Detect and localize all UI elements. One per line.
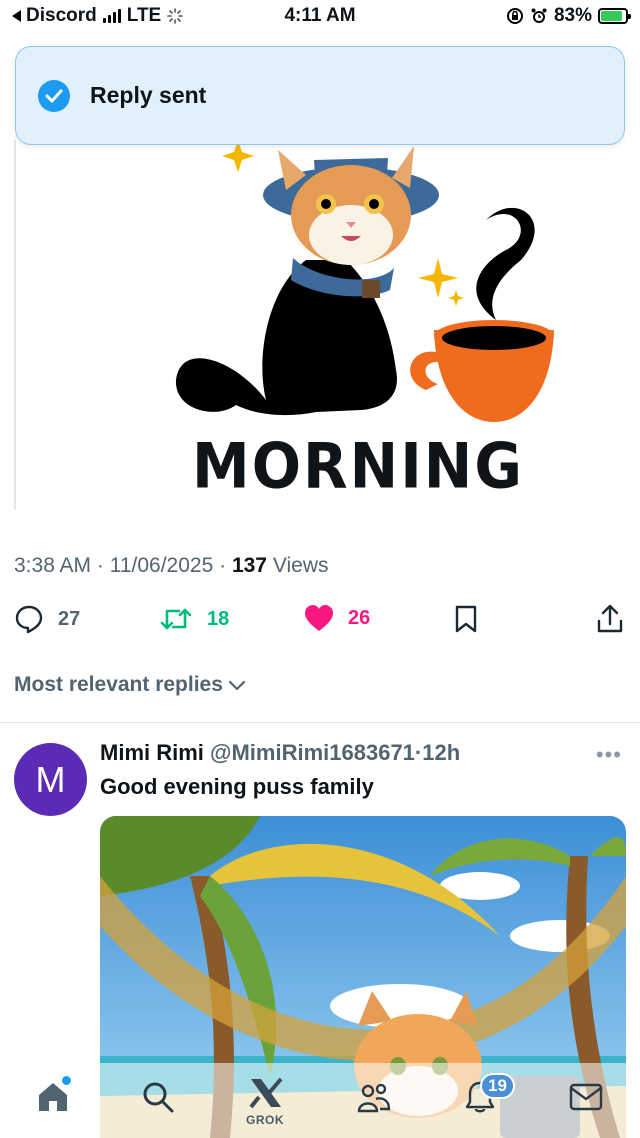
reply-button[interactable]: 27 [14, 604, 80, 634]
home-badge-dot [61, 1075, 72, 1086]
nav-communities[interactable] [354, 1077, 394, 1117]
meta-separator: · [96, 554, 110, 577]
divider [0, 722, 640, 723]
avatar-letter: M [35, 758, 66, 800]
nav-home[interactable] [33, 1075, 73, 1117]
repost-button[interactable]: 18 [159, 604, 229, 634]
reply-count: 27 [58, 607, 81, 630]
chevron-down-icon [228, 680, 246, 691]
reply-icon [15, 605, 43, 634]
share-button[interactable] [596, 604, 624, 634]
heart-filled-icon [305, 605, 333, 631]
grok-label: GROK [246, 1113, 284, 1127]
alarm-icon [531, 8, 547, 23]
grok-icon [249, 1077, 283, 1109]
battery-icon [598, 8, 631, 24]
post-date[interactable]: 11/06/2025 [110, 554, 214, 577]
status-bar-right: 83% [506, 5, 631, 27]
communities-icon [357, 1083, 391, 1113]
share-icon [597, 604, 623, 633]
meta-separator: · [219, 554, 232, 577]
more-options-icon[interactable]: ••• [596, 742, 622, 768]
replies-sort-label: Most relevant replies [14, 673, 223, 696]
views-count: 137 [231, 554, 267, 577]
image-caption-text: MORNING [192, 429, 524, 503]
post-meta: 3:38 AM · 11/06/2025 · 137 Views [14, 554, 328, 578]
toast-message: Reply sent [90, 82, 207, 108]
notifications-badge: 19 [480, 1073, 515, 1099]
reply-text: Good evening puss family [100, 774, 374, 799]
battery-percent: 83% [553, 5, 592, 26]
repost-icon [160, 608, 192, 630]
post-time[interactable]: 3:38 AM [14, 554, 91, 577]
like-button[interactable]: 26 [304, 604, 370, 632]
reply-author-handle[interactable]: @MimiRimi1683671 [210, 740, 415, 765]
repost-count: 18 [207, 607, 230, 630]
check-icon [38, 79, 70, 112]
views-label: Views [272, 554, 329, 577]
replies-sort-dropdown[interactable]: Most relevant replies [14, 673, 247, 697]
reply-age: 12h [422, 740, 461, 765]
post-image[interactable]: MORNING [14, 140, 626, 510]
nav-search[interactable] [138, 1077, 178, 1117]
orientation-lock-icon [506, 8, 523, 24]
bookmark-button[interactable] [454, 604, 478, 634]
messages-icon [569, 1083, 603, 1111]
reply-sent-toast: Reply sent [15, 46, 625, 145]
reply-author-name[interactable]: Mimi Rimi [100, 740, 204, 765]
nav-grok[interactable] [246, 1073, 286, 1113]
reply-header: Mimi Rimi @MimiRimi1683671·12h [100, 740, 460, 766]
bottom-nav [0, 1063, 640, 1138]
avatar[interactable]: M [14, 743, 87, 816]
like-count: 26 [348, 606, 371, 629]
status-bar: Discord LTE 4:11 AM 83% [0, 0, 640, 32]
bookmark-icon [455, 605, 477, 633]
nav-messages[interactable] [566, 1077, 606, 1117]
post-actions: 27 18 26 [14, 604, 626, 640]
search-icon [143, 1082, 174, 1113]
